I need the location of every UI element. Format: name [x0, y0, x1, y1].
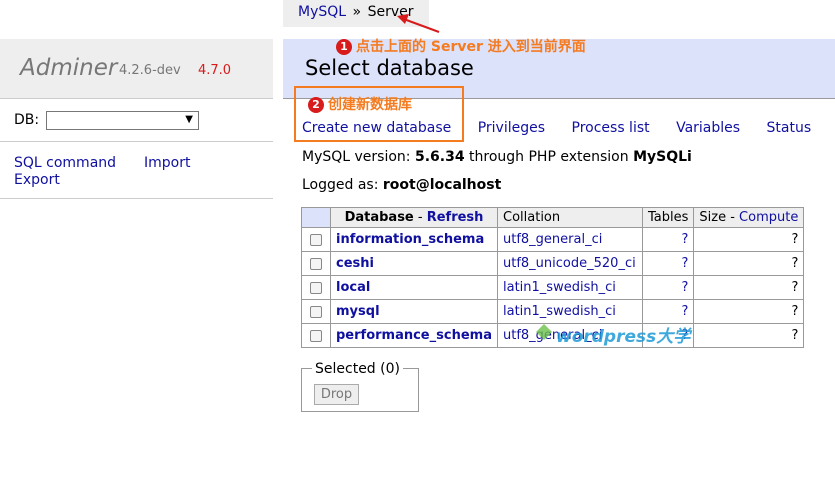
row-checkbox[interactable] [310, 233, 322, 246]
logged-user: root@localhost [382, 177, 502, 193]
size-cell: ? [693, 251, 805, 276]
annotation-step-1: 1 点击上面的 Server 进入到当前界面 [336, 36, 586, 56]
select-all-header [301, 207, 331, 228]
row-checkbox[interactable] [310, 305, 322, 318]
new-version-link[interactable]: 4.7.0 [198, 63, 231, 78]
collation-link[interactable]: utf8_general_ci [503, 232, 602, 247]
tables-count-link[interactable]: ? [681, 304, 688, 319]
row-checkbox[interactable] [310, 257, 322, 270]
database-name-link[interactable]: performance_schema [336, 328, 492, 343]
table-row: local latin1_swedish_ci ? ? [301, 275, 805, 300]
table-row: ceshi utf8_unicode_520_ci ? ? [301, 251, 805, 276]
annotation-text: 创建新数据库 [328, 97, 412, 113]
database-name-link[interactable]: ceshi [336, 256, 374, 271]
sidebar-divider [0, 141, 273, 142]
compute-link[interactable]: Compute [739, 210, 798, 225]
privileges-link[interactable]: Privileges [478, 120, 545, 136]
sidebar-divider [0, 198, 273, 199]
size-cell: ? [693, 299, 805, 324]
tables-count-link[interactable]: ? [681, 280, 688, 295]
row-checkbox[interactable] [310, 281, 322, 294]
annotation-arrow-icon [397, 14, 440, 33]
database-name-link[interactable]: information_schema [336, 232, 484, 247]
size-column-header: Size - Compute [693, 207, 805, 228]
collation-link[interactable]: latin1_swedish_ci [503, 304, 616, 319]
status-link[interactable]: Status [767, 120, 812, 136]
page-title: Select database [305, 56, 474, 80]
annotation-number-badge: 2 [308, 97, 324, 113]
size-cell: ? [693, 275, 805, 300]
annotation-number-badge: 1 [336, 39, 352, 55]
watermark: wordpress大学 [556, 327, 691, 347]
sql-command-link[interactable]: SQL command [14, 155, 116, 171]
tables-count-link[interactable]: ? [681, 232, 688, 247]
php-extension: MySQLi [633, 149, 692, 165]
collation-link[interactable]: latin1_swedish_ci [503, 280, 616, 295]
annotation-step-2: 2 创建新数据库 [308, 94, 412, 114]
sidebar-header: Adminer 4.2.6-dev 4.7.0 [0, 39, 273, 99]
size-cell: ? [693, 323, 805, 348]
database-name-link[interactable]: local [336, 280, 370, 295]
logged-as-info: Logged as: root@localhost [302, 177, 502, 193]
breadcrumb-separator: » [352, 4, 362, 20]
version-label: 4.2.6-dev [119, 63, 181, 78]
create-new-database-link[interactable]: Create new database [302, 120, 451, 136]
collation-column-header: Collation [497, 207, 643, 228]
annotation-text: 点击上面的 Server 进入到当前界面 [356, 39, 586, 55]
import-link[interactable]: Import [144, 155, 190, 171]
variables-link[interactable]: Variables [676, 120, 740, 136]
server-links: Create new database Privileges Process l… [302, 120, 833, 136]
drop-button[interactable]: Drop [314, 384, 359, 405]
dropdown-arrow-icon: ▼ [185, 114, 193, 125]
process-list-link[interactable]: Process list [572, 120, 650, 136]
tables-column-header: Tables [641, 207, 695, 228]
size-cell: ? [693, 227, 805, 252]
export-link[interactable]: Export [14, 172, 60, 188]
row-checkbox[interactable] [310, 329, 322, 342]
refresh-link[interactable]: Refresh [427, 210, 484, 225]
breadcrumb-mysql-link[interactable]: MySQL [298, 4, 346, 20]
db-select[interactable]: ▼ [46, 111, 199, 130]
mysql-version-number: 5.6.34 [414, 149, 465, 165]
selected-legend: Selected (0) [312, 361, 403, 377]
table-row: information_schema utf8_general_ci ? ? [301, 227, 805, 252]
adminer-logo[interactable]: Adminer [20, 55, 117, 81]
db-label: DB: [14, 112, 40, 128]
database-column-header: Database - Refresh [330, 207, 498, 228]
mysql-version-info: MySQL version: 5.6.34 through PHP extens… [302, 149, 692, 165]
database-name-link[interactable]: mysql [336, 304, 380, 319]
collation-link[interactable]: utf8_unicode_520_ci [503, 256, 636, 271]
table-header-row: Database - Refresh Collation Tables Size… [301, 207, 805, 228]
tables-count-link[interactable]: ? [681, 256, 688, 271]
table-row: mysql latin1_swedish_ci ? ? [301, 299, 805, 324]
